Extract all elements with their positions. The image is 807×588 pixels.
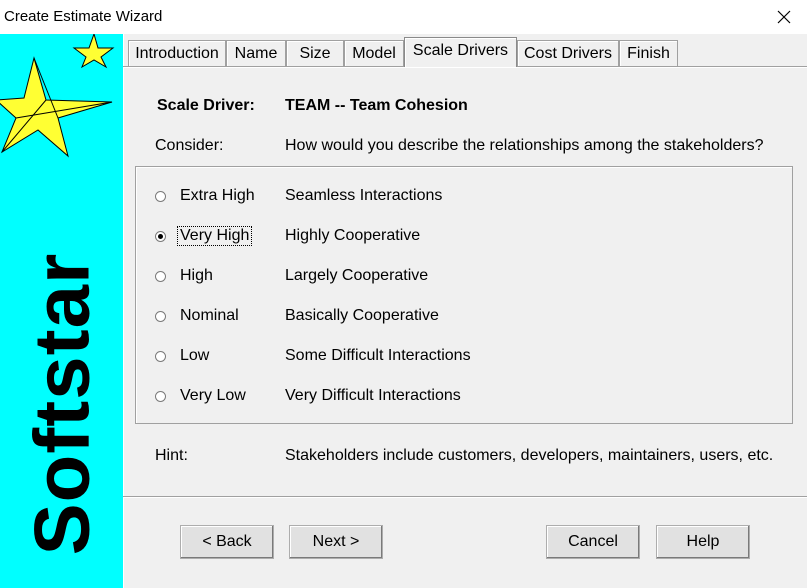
rating-description: Very Difficult Interactions — [285, 387, 461, 404]
brand-sidebar: Softstar — [0, 34, 123, 588]
tab-model[interactable]: Model — [344, 40, 404, 66]
rating-description: Seamless Interactions — [285, 187, 443, 204]
hint-label: Hint: — [155, 447, 188, 464]
tab-name[interactable]: Name — [226, 40, 286, 66]
star-logo-icon — [0, 34, 115, 158]
radio-nominal[interactable]: Nominal — [155, 305, 241, 327]
tab-scale-drivers[interactable]: Scale Drivers — [404, 37, 517, 67]
hint-text: Stakeholders include customers, develope… — [285, 447, 774, 464]
rating-label[interactable]: High — [178, 267, 215, 285]
window-title: Create Estimate Wizard — [4, 8, 163, 25]
tab-panel-highlight — [123, 67, 807, 68]
sidebar-separator — [123, 34, 124, 588]
back-button[interactable]: < Back — [180, 525, 274, 559]
radio-button-checked[interactable] — [155, 230, 166, 242]
radio-button[interactable] — [155, 310, 166, 322]
rating-label[interactable]: Very High — [176, 226, 253, 246]
tab-cost-drivers[interactable]: Cost Drivers — [517, 40, 619, 66]
tab-size[interactable]: Size — [286, 40, 344, 66]
rating-description: Highly Cooperative — [285, 227, 421, 244]
scale-driver-label: Scale Driver: — [157, 97, 255, 114]
radio-button[interactable] — [155, 390, 166, 402]
radio-very-high[interactable]: Very High — [155, 225, 253, 247]
rating-description: Largely Cooperative — [285, 267, 429, 284]
close-button[interactable] — [761, 0, 807, 34]
radio-button[interactable] — [155, 190, 166, 202]
radio-extra-high[interactable]: Extra High — [155, 185, 257, 207]
radio-high[interactable]: High — [155, 265, 215, 287]
button-area-highlight — [123, 497, 807, 498]
radio-button[interactable] — [155, 270, 166, 282]
consider-question: How would you describe the relationships… — [285, 137, 764, 154]
rating-description: Basically Cooperative — [285, 307, 439, 324]
radio-very-low[interactable]: Very Low — [155, 385, 248, 407]
tab-finish[interactable]: Finish — [619, 40, 678, 66]
help-button[interactable]: Help — [656, 525, 750, 559]
rating-label[interactable]: Nominal — [178, 307, 241, 325]
close-icon — [777, 10, 791, 24]
radio-button[interactable] — [155, 350, 166, 362]
radio-low[interactable]: Low — [155, 345, 211, 367]
brand-wordmark: Softstar — [17, 252, 106, 556]
cancel-button[interactable]: Cancel — [546, 525, 640, 559]
rating-label[interactable]: Very Low — [178, 387, 248, 405]
rating-description: Some Difficult Interactions — [285, 347, 471, 364]
dialog-client-area: Softstar Introduction Name Size Model Sc… — [0, 34, 807, 588]
next-button[interactable]: Next > — [289, 525, 383, 559]
rating-label[interactable]: Extra High — [178, 187, 257, 205]
title-bar[interactable]: Create Estimate Wizard — [0, 0, 807, 34]
tab-introduction[interactable]: Introduction — [128, 40, 226, 66]
scale-driver-value: TEAM -- Team Cohesion — [285, 97, 468, 114]
rating-label[interactable]: Low — [178, 347, 211, 365]
consider-label: Consider: — [155, 137, 224, 154]
